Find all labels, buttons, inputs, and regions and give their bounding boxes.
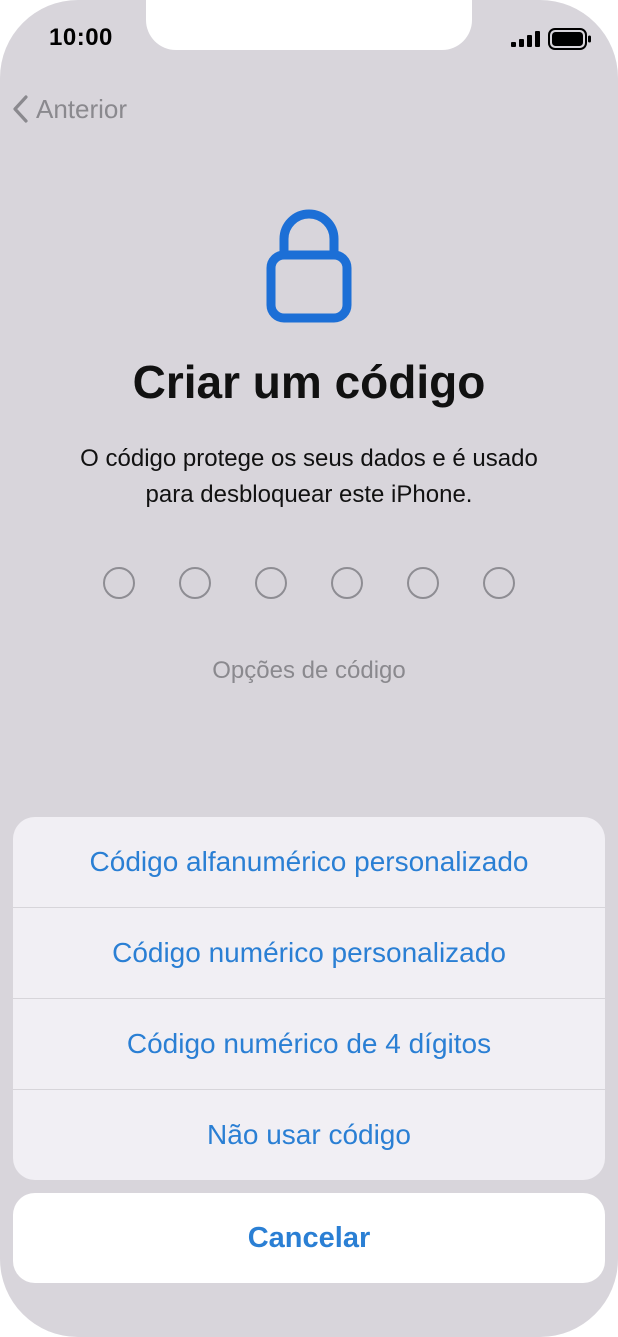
phone-screen: 10:00 Anterior Criar um código O código … [0, 0, 618, 1337]
passcode-dot [483, 567, 515, 599]
option-no-passcode-button[interactable]: Não usar código [13, 1090, 605, 1180]
lock-icon [266, 209, 352, 323]
option-custom-numeric-button[interactable]: Código numérico personalizado [13, 908, 605, 999]
page-subtitle: O código protege os seus dados e é usado… [40, 441, 578, 513]
battery-icon [548, 28, 591, 50]
page-title: Criar um código [132, 356, 486, 408]
passcode-dot [255, 567, 287, 599]
status-time: 10:00 [49, 24, 113, 51]
subtitle-line-1: O código protege os seus dados e é usado [80, 445, 538, 472]
back-label: Anterior [36, 93, 128, 124]
option-4-digit-button[interactable]: Código numérico de 4 dígitos [13, 999, 605, 1090]
action-sheet: Código alfanumérico personalizado Código… [13, 817, 605, 1180]
passcode-options-link[interactable]: Opções de código [0, 657, 618, 685]
passcode-dot [407, 567, 439, 599]
notch [146, 0, 472, 50]
signal-bars-icon [511, 31, 540, 47]
option-alphanumeric-button[interactable]: Código alfanumérico personalizado [13, 817, 605, 908]
passcode-dots [103, 567, 517, 599]
passcode-dot [179, 567, 211, 599]
passcode-dot [103, 567, 135, 599]
back-button[interactable]: Anterior [12, 90, 127, 128]
subtitle-line-2: para desbloquear este iPhone. [145, 481, 473, 508]
passcode-dot [331, 567, 363, 599]
cancel-button[interactable]: Cancelar [13, 1193, 605, 1283]
chevron-left-icon [13, 95, 28, 123]
